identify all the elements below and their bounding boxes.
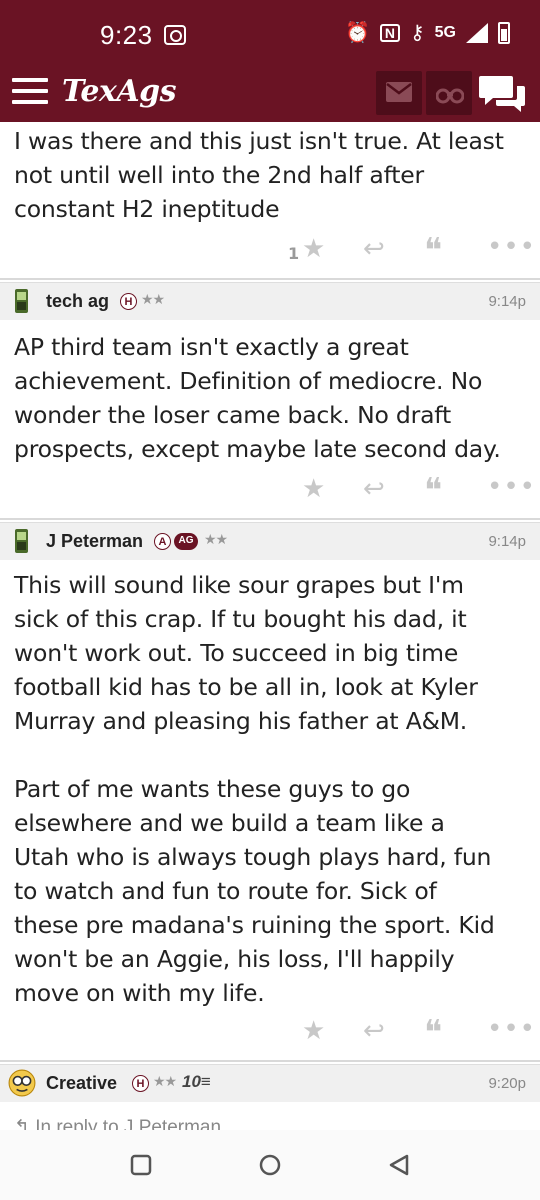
star-icon[interactable]: ★: [302, 236, 325, 262]
badge-h: H: [132, 1075, 149, 1092]
camera-icon: [164, 25, 186, 45]
mail-icon: [386, 82, 412, 102]
post-time: 9:14p: [488, 293, 526, 310]
post-body: AP third team isn't exactly a great achi…: [14, 333, 501, 463]
user-stars: ★★: [141, 292, 165, 308]
home-icon[interactable]: [258, 1154, 282, 1178]
network-type: 5G: [434, 24, 456, 41]
post-body: This will sound like sour grapes but I'm…: [14, 571, 495, 1007]
user-stars: ★★: [153, 1074, 177, 1090]
status-time: 9:23: [100, 20, 153, 50]
app-logo[interactable]: TexAgs: [62, 74, 177, 109]
menu-icon[interactable]: [12, 78, 48, 110]
recents-icon[interactable]: [130, 1154, 152, 1176]
reply-to-text: In reply to J Peterman: [35, 1117, 222, 1130]
more-icon[interactable]: •••: [487, 234, 536, 260]
nfc-icon: N: [379, 24, 400, 42]
post-body: I was there and this just isn't true. At…: [14, 127, 504, 223]
divider: [0, 278, 540, 280]
post-time: 9:20p: [488, 1075, 526, 1092]
back-icon[interactable]: [388, 1154, 410, 1178]
divider: [0, 518, 540, 520]
divider: [0, 1060, 540, 1062]
watch-button[interactable]: [426, 71, 472, 115]
key-icon: ⚷: [410, 22, 425, 44]
reply-icon[interactable]: ↩: [363, 476, 385, 502]
author-name[interactable]: J Peterman: [46, 531, 143, 552]
post-time: 9:14p: [488, 533, 526, 550]
post-header: tech ag H ★★ 9:14p: [0, 282, 540, 320]
user-stars: ★★: [204, 532, 228, 548]
emoji-avatar-icon: [8, 1069, 36, 1097]
rank-badge: 10≡: [182, 1072, 211, 1091]
author-name[interactable]: Creative: [46, 1073, 117, 1094]
thread-content[interactable]: I was there and this just isn't true. At…: [0, 122, 540, 1130]
status-icons: ⏰ N ⚷ 5G: [345, 22, 510, 44]
app-header: TexAgs: [0, 68, 540, 122]
star-icon[interactable]: ★: [302, 476, 325, 502]
phone-avatar-icon: [15, 289, 28, 313]
post-header: Creative H ★★ 10≡ 9:20p: [0, 1064, 540, 1102]
signal-icon: [466, 23, 488, 43]
author-name[interactable]: tech ag: [46, 291, 109, 312]
system-nav-bar: [0, 1130, 540, 1200]
messages-button[interactable]: [376, 71, 422, 115]
star-icon[interactable]: ★: [302, 1018, 325, 1044]
reply-icon[interactable]: ↩: [363, 236, 385, 262]
post-header: J Peterman A AG ★★ 9:14p: [0, 522, 540, 560]
quote-icon[interactable]: ❝: [424, 1016, 442, 1050]
quote-icon[interactable]: ❝: [424, 474, 442, 508]
badge-a: A: [154, 533, 171, 550]
status-bar: 9:23 ⏰ N ⚷ 5G: [0, 0, 540, 68]
rank-bars-icon: ≡: [200, 1072, 211, 1091]
alarm-icon: ⏰: [344, 22, 370, 44]
reply-reference[interactable]: ↰ In reply to J Peterman: [14, 1116, 221, 1130]
badge-h: H: [120, 293, 137, 310]
badge-ag: AG: [174, 533, 198, 550]
reply-arrow-icon: ↰: [14, 1117, 30, 1130]
binoculars-icon: [436, 88, 464, 104]
chat-icon[interactable]: [479, 72, 527, 116]
phone-avatar-icon: [15, 529, 28, 553]
more-icon[interactable]: •••: [487, 474, 536, 500]
quote-icon[interactable]: ❝: [424, 234, 442, 268]
like-count: 1: [288, 244, 300, 263]
battery-icon: [498, 22, 510, 44]
more-icon[interactable]: •••: [487, 1016, 536, 1042]
reply-icon[interactable]: ↩: [363, 1018, 385, 1044]
